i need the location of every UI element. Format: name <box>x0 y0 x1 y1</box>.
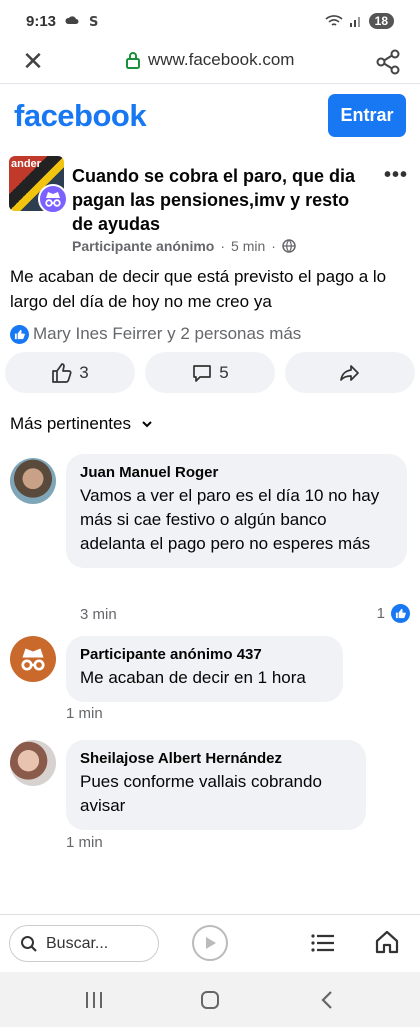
facebook-header: facebook Entrar <box>0 84 420 146</box>
like-reaction-icon <box>391 604 410 623</box>
svg-text:S: S <box>89 15 98 28</box>
browser-url-bar: ✕ www.facebook.com <box>0 42 420 84</box>
comment-time[interactable]: 1 min <box>66 705 103 722</box>
comment-bubble: Juan Manuel Roger Vamos a ver el paro es… <box>66 454 407 568</box>
facebook-logo[interactable]: facebook <box>14 98 147 134</box>
menu-icon[interactable] <box>310 931 336 955</box>
post-meta: Participante anónimo · 5 min · <box>72 238 296 254</box>
comment-item: Sheilajose Albert Hernández Pues conform… <box>0 740 420 856</box>
comment-likes[interactable]: 1 <box>377 604 410 623</box>
comment-count: 5 <box>219 362 229 382</box>
anonymous-icon <box>21 648 45 671</box>
system-nav-bar <box>0 972 420 1027</box>
comment-author[interactable]: Sheilajose Albert Hernández <box>80 750 352 767</box>
signal-icon <box>349 17 360 27</box>
forward-icon <box>340 364 359 381</box>
meta-separator: · <box>271 238 276 254</box>
weather-icon <box>65 16 79 24</box>
url-text: www.facebook.com <box>148 50 295 69</box>
recent-apps-icon[interactable] <box>84 990 104 1010</box>
back-icon[interactable] <box>318 990 338 1010</box>
anonymous-avatar[interactable] <box>10 636 56 682</box>
search-icon <box>21 935 37 952</box>
comment-icon <box>193 364 212 382</box>
comment-button[interactable]: 5 <box>145 352 275 393</box>
like-button[interactable]: 3 <box>5 352 135 393</box>
login-button[interactable]: Entrar <box>328 94 406 137</box>
anonymous-icon <box>38 184 68 214</box>
comment-bubble: Sheilajose Albert Hernández Pues conform… <box>66 740 366 830</box>
avatar[interactable] <box>10 740 56 786</box>
comment-author[interactable]: Participante anónimo 437 <box>80 646 329 663</box>
home-nav-icon[interactable] <box>200 990 220 1010</box>
s-app-icon: S <box>89 15 98 28</box>
reactions-text: Mary Ines Feirrer y 2 personas más <box>33 324 302 343</box>
search-input[interactable]: Buscar... <box>9 925 159 962</box>
comment-author[interactable]: Juan Manuel Roger <box>80 464 393 481</box>
wifi-icon <box>325 15 343 26</box>
comment-sort-selector[interactable]: Más pertinentes <box>10 414 153 434</box>
play-button[interactable] <box>192 925 228 961</box>
home-icon[interactable] <box>374 929 400 955</box>
like-count: 3 <box>79 362 89 382</box>
comment-text: Me acaban de decir en 1 hora <box>80 668 306 687</box>
search-placeholder: Buscar... <box>46 934 109 952</box>
more-icon[interactable]: ••• <box>384 164 408 187</box>
url-field[interactable]: www.facebook.com <box>126 50 294 70</box>
like-icon <box>52 362 72 383</box>
comment-item: Participante anónimo 437 Me acaban de de… <box>0 636 420 726</box>
reactions-summary[interactable]: Mary Ines Feirrer y 2 personas más <box>10 324 301 344</box>
share-icon[interactable] <box>374 48 402 76</box>
share-button[interactable] <box>285 352 415 393</box>
status-time: 9:13 <box>26 12 57 30</box>
browser-bottom-bar: Buscar... <box>0 914 420 972</box>
globe-icon <box>282 239 296 253</box>
like-reaction-icon <box>10 324 29 344</box>
status-left: 9:13 S <box>26 13 100 30</box>
post-time[interactable]: 5 min <box>231 238 265 254</box>
group-thumb-text: ander <box>11 158 41 170</box>
comment-text: Vamos a ver el paro es el día 10 no hay … <box>80 486 380 553</box>
comment-like-count: 1 <box>376 605 385 622</box>
post-actions: 3 5 <box>5 352 415 393</box>
battery-indicator: 18 <box>368 13 394 29</box>
avatar[interactable] <box>10 458 56 504</box>
meta-separator: · <box>220 238 226 254</box>
comment-time[interactable]: 3 min <box>80 606 117 623</box>
lock-icon <box>126 52 140 69</box>
comment-bubble: Participante anónimo 437 Me acaban de de… <box>66 636 343 702</box>
post-body: Me acaban de decir que está previsto el … <box>10 267 387 311</box>
post-title[interactable]: Cuando se cobra el paro, que dia pagan l… <box>72 164 372 236</box>
post-author[interactable]: Participante anónimo <box>72 238 214 254</box>
status-bar: 9:13 S 18 <box>0 0 420 42</box>
close-icon[interactable]: ✕ <box>20 48 46 74</box>
play-icon <box>206 937 216 949</box>
chevron-down-icon <box>142 421 152 428</box>
comment-time[interactable]: 1 min <box>66 834 103 851</box>
status-right: 18 <box>325 13 394 29</box>
comment-text: Pues conforme vallais cobrando avisar <box>80 772 322 815</box>
sort-label: Más pertinentes <box>10 414 131 433</box>
comment-item: Juan Manuel Roger Vamos a ver el paro es… <box>0 454 420 624</box>
